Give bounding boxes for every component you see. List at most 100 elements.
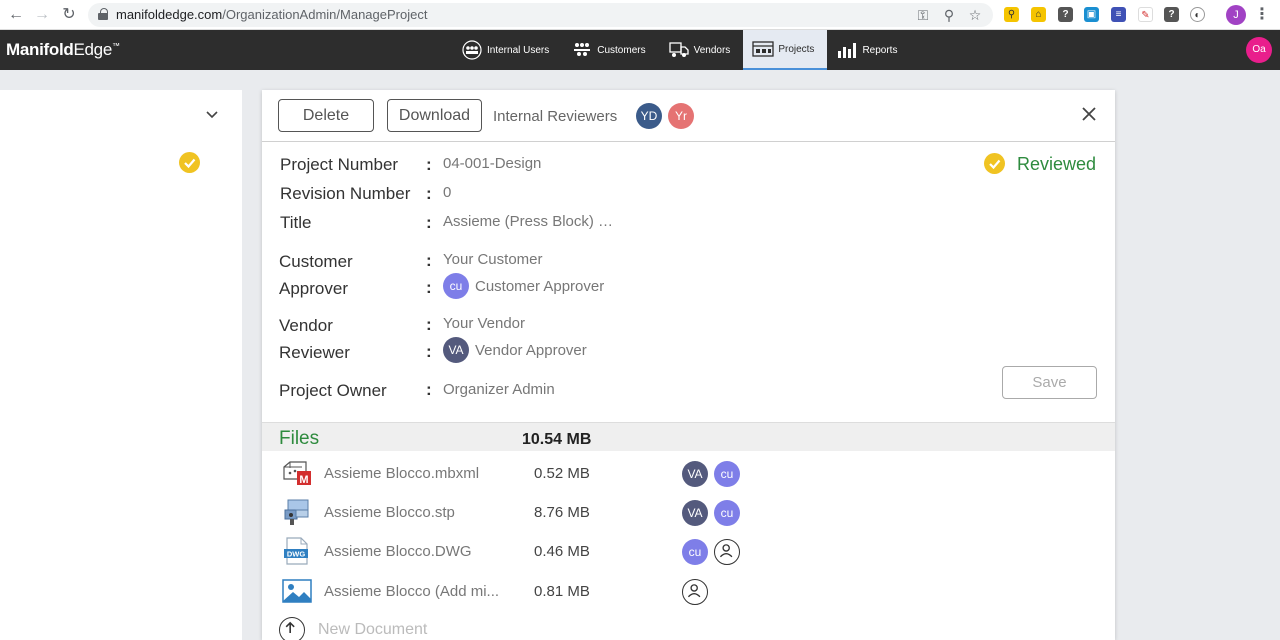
user-icon — [719, 544, 732, 558]
delete-button[interactable]: Delete — [278, 99, 374, 132]
revision-number-label: Revision Number — [280, 184, 411, 203]
vendor-value: Your Vendor — [443, 315, 526, 332]
customers-icon — [574, 43, 591, 56]
file-name[interactable]: Assieme Blocco.mbxml — [324, 465, 524, 482]
field-colon: : — [426, 342, 432, 361]
nav-internal-users[interactable]: Internal Users — [452, 30, 562, 70]
file-reviewer-avatar[interactable]: VA — [682, 461, 708, 487]
field-colon: : — [426, 315, 432, 334]
zoom-icon[interactable]: ⚲ — [940, 6, 958, 24]
approver-value: Customer Approver — [475, 278, 605, 295]
browser-profile-avatar[interactable]: J — [1226, 5, 1246, 25]
extension-help-2-icon[interactable]: ? — [1164, 7, 1179, 22]
user-icon — [687, 584, 700, 598]
url-text[interactable]: manifoldedge.com/OrganizationAdmin/Manag… — [116, 7, 427, 22]
title-value: Assieme (Press Block) … — [443, 213, 614, 230]
extension-circle-icon[interactable]: ◐ — [1190, 7, 1205, 22]
file-row[interactable]: Assieme Blocco (Add mi... 0.81 MB — [262, 573, 1115, 611]
field-colon: : — [426, 380, 432, 399]
image-file-icon — [282, 579, 312, 603]
nav-projects[interactable]: Projects — [743, 30, 828, 70]
file-name[interactable]: Assieme Blocco.stp — [324, 504, 524, 521]
status-badge: Reviewed — [1017, 154, 1097, 174]
internal-users-icon — [462, 40, 482, 60]
reviewer-avatar[interactable]: Yr — [668, 103, 694, 129]
revision-number-value: 0 — [443, 184, 452, 201]
field-colon: : — [426, 251, 432, 270]
project-number-label: Project Number — [280, 155, 399, 174]
address-bar[interactable]: manifoldedge.com/OrganizationAdmin/Manag… — [88, 3, 993, 27]
forward-icon[interactable]: → — [31, 4, 53, 26]
dwg-file-icon: DWG — [284, 537, 308, 565]
file-name[interactable]: Assieme Blocco.DWG — [324, 543, 524, 560]
upload-icon[interactable] — [279, 617, 305, 640]
extension-pdf-icon[interactable]: ✎ — [1138, 7, 1153, 22]
project-number-value: 04-001-Design — [443, 155, 542, 172]
app-logo[interactable]: ManifoldEdge™ — [6, 40, 120, 60]
internal-reviewers-label: Internal Reviewers — [493, 108, 618, 125]
main-nav: Internal Users Customers Vendors Project… — [452, 30, 910, 70]
user-avatar[interactable]: Oa — [1246, 37, 1272, 63]
chevron-down-icon[interactable] — [205, 109, 219, 121]
customer-label: Customer — [279, 252, 353, 271]
field-colon: : — [426, 213, 432, 232]
file-name[interactable]: Assieme Blocco (Add mi... — [324, 583, 524, 600]
save-button[interactable]: Save — [1002, 366, 1097, 399]
back-icon[interactable]: ← — [5, 4, 27, 26]
file-approver-avatar[interactable]: cu — [682, 539, 708, 565]
vendor-label: Vendor — [279, 316, 333, 335]
title-label: Title — [280, 213, 312, 232]
extension-search-icon[interactable]: ⚲ — [1004, 7, 1019, 22]
reviewer-avatar[interactable]: YD — [636, 103, 662, 129]
stp-file-icon — [284, 499, 309, 525]
customer-value: Your Customer — [443, 251, 543, 268]
lock-icon — [98, 8, 108, 21]
reload-icon[interactable]: ↻ — [58, 4, 80, 26]
reviewer-label: Reviewer — [279, 343, 350, 362]
field-colon: : — [426, 184, 432, 203]
file-user-icon[interactable] — [714, 539, 740, 565]
reviewer-value: Vendor Approver — [475, 342, 587, 359]
app-header: ManifoldEdge™ Internal Users Customers V… — [0, 30, 1280, 70]
files-title: Files — [279, 428, 320, 449]
file-approver-avatar[interactable]: cu — [714, 461, 740, 487]
reports-icon — [838, 43, 857, 58]
file-size: 0.46 MB — [534, 543, 590, 560]
file-size: 8.76 MB — [534, 504, 590, 521]
bookmark-star-icon[interactable]: ☆ — [966, 6, 984, 24]
file-approver-avatar[interactable]: cu — [714, 500, 740, 526]
field-colon: : — [426, 155, 432, 174]
reviewer-avatar: VA — [443, 337, 469, 363]
project-owner-value: Organizer Admin — [443, 381, 555, 398]
project-list-panel — [0, 90, 242, 640]
browser-menu-icon[interactable]: ⋮ — [1254, 4, 1270, 26]
download-button[interactable]: Download — [387, 99, 482, 132]
projects-icon — [752, 41, 774, 57]
project-details-dialog: Delete Download Internal Reviewers YD Yr… — [262, 90, 1115, 640]
files-total-size: 10.54 MB — [522, 431, 592, 448]
file-reviewer-avatar[interactable]: VA — [682, 500, 708, 526]
field-colon: : — [426, 278, 432, 297]
mbxml-file-icon: M — [283, 461, 311, 486]
file-row[interactable]: DWG Assieme Blocco.DWG 0.46 MB cu — [262, 533, 1115, 571]
extension-tv-icon[interactable]: ▣ — [1084, 7, 1099, 22]
file-row[interactable]: M Assieme Blocco.mbxml 0.52 MB VA cu — [262, 455, 1115, 493]
approver-label: Approver — [279, 279, 348, 298]
file-user-icon[interactable] — [682, 579, 708, 605]
upload-arrow-icon — [285, 621, 295, 634]
project-owner-label: Project Owner — [279, 381, 387, 400]
extension-home-icon[interactable]: ⌂ — [1031, 7, 1046, 22]
new-document-button[interactable]: New Document — [318, 621, 427, 639]
nav-reports[interactable]: Reports — [827, 30, 910, 70]
nav-vendors[interactable]: Vendors — [659, 30, 744, 70]
vendors-icon — [668, 42, 689, 57]
dialog-toolbar: Delete Download Internal Reviewers YD Yr — [262, 90, 1115, 142]
reviewed-check-icon — [984, 153, 1005, 174]
extension-list-icon[interactable]: ≡ — [1111, 7, 1126, 22]
close-icon[interactable] — [1080, 105, 1098, 123]
nav-customers[interactable]: Customers — [562, 30, 658, 70]
extension-help-icon[interactable]: ? — [1058, 7, 1073, 22]
key-icon[interactable]: ⚿ — [914, 6, 932, 24]
file-size: 0.81 MB — [534, 583, 590, 600]
file-row[interactable]: Assieme Blocco.stp 8.76 MB VA cu — [262, 494, 1115, 532]
